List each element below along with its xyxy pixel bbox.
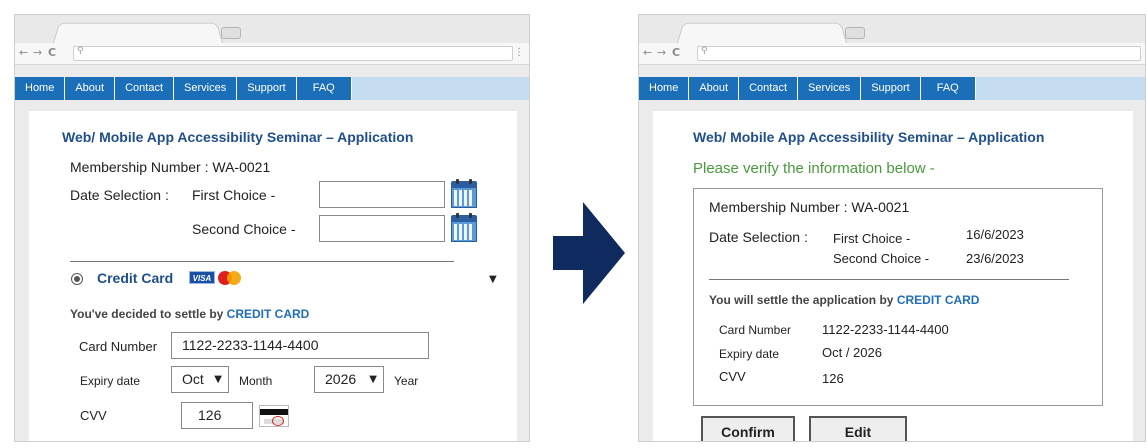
settle-method: CREDIT CARD: [226, 307, 310, 321]
page-title: Web/ Mobile App Accessibility Seminar – …: [693, 129, 1045, 145]
verification-page: Web/ Mobile App Accessibility Seminar – …: [653, 111, 1133, 441]
tab-strip: [15, 15, 529, 43]
back-icon[interactable]: ←: [643, 46, 652, 60]
first-choice-input[interactable]: [319, 181, 445, 208]
card-number-label: Card Number: [719, 323, 792, 337]
calendar-icon[interactable]: [451, 213, 477, 242]
expiry-date-label: Expiry date: [80, 374, 141, 388]
first-choice-label: First Choice -: [833, 231, 911, 246]
browser-window-application: ← → C ⚲ ⋮ Home About Contact Services Su…: [14, 14, 530, 442]
nav-faq[interactable]: FAQ: [296, 77, 352, 100]
nav-about[interactable]: About: [65, 77, 116, 100]
credit-card-radio[interactable]: [71, 273, 83, 285]
new-tab-button[interactable]: [221, 27, 241, 39]
chevron-down-icon: ▼: [369, 374, 377, 385]
second-choice-input[interactable]: [319, 215, 445, 242]
edit-button[interactable]: Edit: [809, 416, 907, 441]
reload-icon[interactable]: C: [48, 46, 56, 60]
settle-method: CREDIT CARD: [896, 293, 980, 307]
cvv-input[interactable]: 126: [181, 402, 253, 429]
forward-icon[interactable]: →: [657, 46, 666, 60]
settle-text: You've decided to settle by CREDIT CARD: [70, 307, 310, 321]
chevron-down-icon: ▼: [214, 374, 222, 385]
site-nav: Home About Contact Services Support FAQ: [15, 77, 529, 100]
nav-contact[interactable]: Contact: [115, 77, 175, 100]
application-form: Web/ Mobile App Accessibility Seminar – …: [29, 111, 517, 441]
divider: [709, 279, 1069, 280]
date-selection-label: Date Selection :: [709, 229, 808, 245]
browser-tab[interactable]: [53, 22, 223, 43]
tab-strip: [639, 15, 1145, 43]
site-nav: Home About Contact Services Support FAQ: [639, 77, 1145, 100]
back-icon[interactable]: ←: [19, 46, 28, 60]
nav-services[interactable]: Services: [174, 77, 238, 100]
menu-icon[interactable]: ⋮: [514, 47, 524, 58]
browser-toolbar: ← → C ⚲ ⋮: [15, 43, 529, 65]
nav-contact[interactable]: Contact: [739, 77, 799, 100]
payment-method-label[interactable]: Credit Card: [97, 270, 173, 286]
membership-value: WA-0021: [212, 159, 271, 175]
date-selection-label: Date Selection :: [70, 187, 169, 203]
address-bar[interactable]: ⚲: [73, 46, 513, 61]
nav-home[interactable]: Home: [15, 77, 66, 100]
cvv-label: CVV: [80, 408, 107, 423]
confirm-button[interactable]: Confirm: [701, 416, 795, 441]
arrow-right-icon: [553, 202, 625, 304]
second-choice-label: Second Choice -: [192, 221, 296, 237]
card-number-label: Card Number: [79, 339, 158, 354]
browser-toolbar: ← → C ⚲: [639, 43, 1145, 65]
verify-instruction: Please verify the information below -: [693, 160, 935, 177]
month-select[interactable]: Oct ▼: [171, 366, 229, 393]
visa-icon: VISA: [189, 271, 215, 284]
month-label: Month: [239, 374, 273, 388]
first-choice-label: First Choice -: [192, 187, 276, 203]
nav-support[interactable]: Support: [237, 77, 297, 100]
divider: [70, 261, 454, 262]
page-title: Web/ Mobile App Accessibility Seminar – …: [62, 129, 414, 145]
card-number-value: 1122-2233-1144-4400: [822, 322, 949, 337]
second-choice-value: 23/6/2023: [966, 251, 1024, 266]
second-choice-label: Second Choice -: [833, 251, 930, 266]
expiry-date-value: Oct / 2026: [822, 345, 882, 360]
search-icon: ⚲: [77, 46, 84, 56]
search-icon: ⚲: [701, 46, 708, 56]
forward-icon[interactable]: →: [33, 46, 42, 60]
address-bar[interactable]: ⚲: [697, 46, 1141, 61]
membership-label: Membership Number : WA-0021: [70, 159, 271, 175]
year-select[interactable]: 2026 ▼: [314, 366, 384, 393]
mastercard-icon-right: [227, 271, 241, 285]
browser-window-verification: ← → C ⚲ Home About Contact Services Supp…: [638, 14, 1146, 442]
new-tab-button[interactable]: [845, 27, 865, 39]
expiry-date-label: Expiry date: [719, 347, 780, 361]
chevron-down-icon[interactable]: ▼: [489, 274, 497, 285]
nav-faq[interactable]: FAQ: [920, 77, 976, 100]
nav-support[interactable]: Support: [861, 77, 921, 100]
card-number-input[interactable]: 1122-2233-1144-4400: [171, 332, 429, 359]
membership-value: WA-0021: [851, 199, 910, 215]
cvv-value: 126: [822, 371, 844, 386]
reload-icon[interactable]: C: [672, 46, 680, 60]
cvv-label: CVV: [719, 369, 746, 384]
membership-label: Membership Number : WA-0021: [709, 199, 910, 215]
nav-services[interactable]: Services: [798, 77, 862, 100]
cvv-card-icon: [259, 405, 289, 427]
year-label: Year: [394, 374, 419, 388]
first-choice-value: 16/6/2023: [966, 227, 1024, 242]
browser-tab[interactable]: [677, 22, 847, 43]
nav-home[interactable]: Home: [639, 77, 690, 100]
calendar-icon[interactable]: [451, 179, 477, 208]
nav-about[interactable]: About: [689, 77, 740, 100]
settle-text: You will settle the application by CREDI…: [709, 293, 980, 307]
summary-box: Membership Number : WA-0021 Date Selecti…: [693, 188, 1103, 406]
